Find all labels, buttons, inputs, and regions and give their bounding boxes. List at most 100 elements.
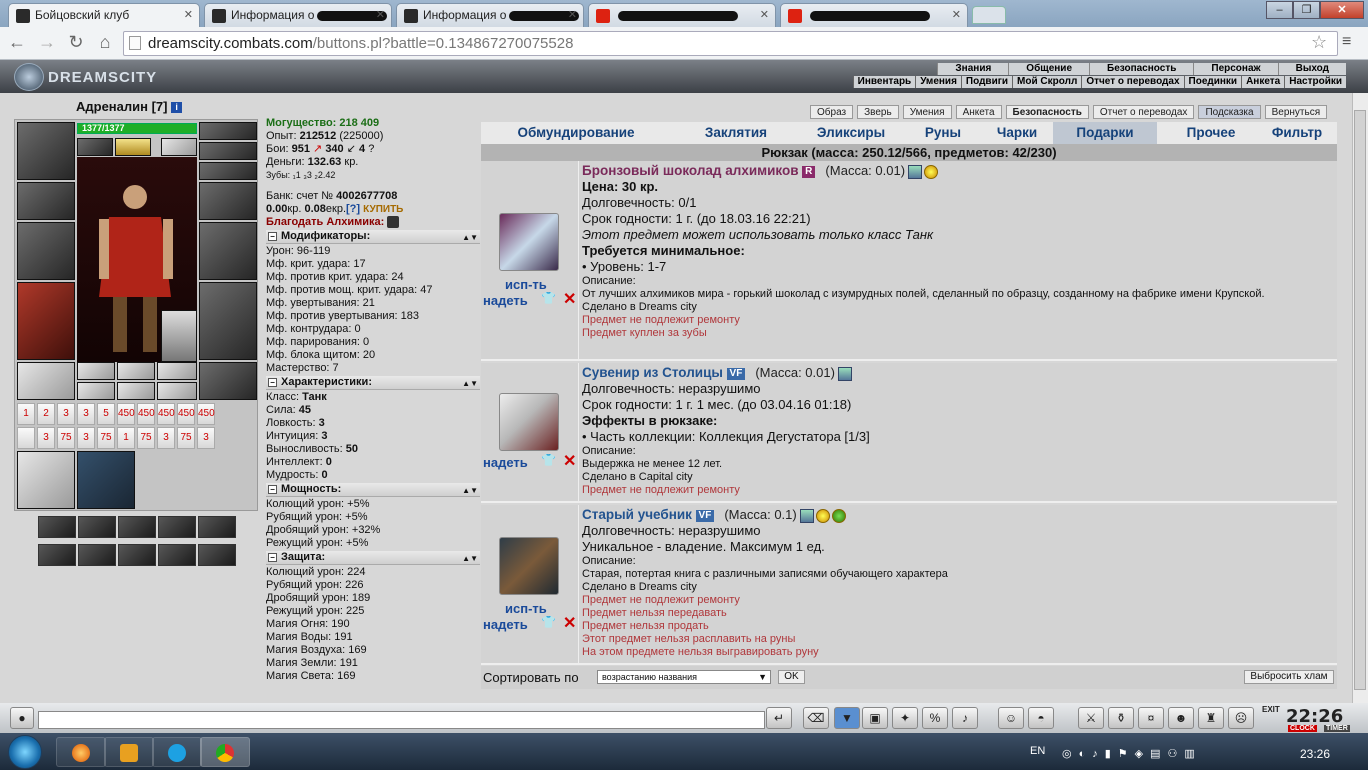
scroll-slot[interactable]: 75 <box>137 427 155 449</box>
tab-info-1[interactable]: Информация о ✕ <box>204 3 392 27</box>
taskbar-skype[interactable] <box>152 737 202 767</box>
close-tab-icon[interactable]: ✕ <box>568 8 577 21</box>
eraser-icon[interactable]: ⌫ <box>803 707 829 729</box>
tab-info-2[interactable]: Информация о ✕ <box>396 3 584 27</box>
scroll-slot[interactable]: 75 <box>57 427 75 449</box>
bag-slot-2[interactable] <box>77 451 135 509</box>
use-button[interactable]: исп-ть <box>505 277 547 292</box>
send-icon[interactable]: ↵ <box>766 707 792 729</box>
chocolate-icon[interactable] <box>499 213 559 271</box>
tab-fight-club[interactable]: Бойцовский клуб ✕ <box>8 3 200 28</box>
menu-exit[interactable]: Выход <box>1277 63 1346 75</box>
submenu-inventory[interactable]: Инвентарь <box>852 76 916 88</box>
legs-slot[interactable] <box>199 282 257 360</box>
scroll-slot[interactable]: 3 <box>37 427 55 449</box>
scroll-slot[interactable]: 450 <box>137 403 155 425</box>
tab-charms[interactable]: Чарки <box>981 122 1053 144</box>
scroll-slot[interactable]: 75 <box>177 427 195 449</box>
weapon-slot[interactable] <box>17 222 75 280</box>
delete-icon[interactable]: ✕ <box>563 613 576 633</box>
tab-filter[interactable]: Фильтр <box>1257 122 1337 144</box>
taskbar-chrome[interactable] <box>200 737 250 767</box>
flask-icon[interactable] <box>499 393 559 451</box>
shirt-icon[interactable]: 👕 <box>541 291 556 305</box>
bank-help-link[interactable]: [?] <box>346 203 360 215</box>
address-bar[interactable]: dreamscity.combats.com/buttons.pl?battle… <box>123 31 1338 56</box>
characteristics-header[interactable]: − Характеристики: ▲▼ <box>266 376 480 390</box>
new-tab-button[interactable] <box>972 6 1006 24</box>
profile-button[interactable]: Анкета <box>955 105 1002 119</box>
submenu-profile[interactable]: Анкета <box>1241 76 1284 88</box>
minimize-icon[interactable]: – <box>1266 1 1293 19</box>
power-header[interactable]: − Мощность: ▲▼ <box>266 483 480 497</box>
item-name[interactable]: Бронзовый шоколад алхимиков <box>582 163 799 178</box>
helmet-icon[interactable]: ◓ <box>1028 707 1054 729</box>
accessory-slot-3[interactable] <box>157 382 197 400</box>
tab-youtube-1[interactable]: ✕ <box>588 3 776 27</box>
bracers-slot[interactable] <box>17 182 75 220</box>
smiley-icon[interactable]: ☺ <box>998 707 1024 729</box>
effect-icon[interactable] <box>158 516 196 538</box>
percent-icon[interactable]: % <box>922 707 948 729</box>
return-button[interactable]: Вернуться <box>1264 105 1328 119</box>
rune-slot-3[interactable] <box>199 162 257 180</box>
menu-character[interactable]: Персонаж <box>1193 63 1278 75</box>
scroll-slot[interactable]: 1 <box>17 403 35 425</box>
chat-head-icon[interactable]: ● <box>10 707 34 729</box>
ring-slot-left[interactable] <box>77 362 115 380</box>
sword-icon[interactable]: ⚔ <box>1078 707 1104 729</box>
equip-button[interactable]: надеть <box>483 617 528 632</box>
accessory-slot-1[interactable] <box>77 382 115 400</box>
info-icon[interactable]: i <box>171 102 183 114</box>
scroll-slot[interactable]: 450 <box>177 403 195 425</box>
exit-button[interactable]: EXIT <box>1262 705 1280 714</box>
submenu-skills[interactable]: Умения <box>915 76 961 88</box>
discard-junk-button[interactable]: Выбросить хлам <box>1244 670 1334 684</box>
close-window-icon[interactable]: ✕ <box>1320 1 1364 19</box>
tab-runes[interactable]: Руны <box>913 122 973 144</box>
reload-icon[interactable]: ↻ <box>65 32 87 53</box>
equip-button[interactable]: надеть <box>483 455 528 470</box>
taskbar-firefox[interactable] <box>56 737 106 767</box>
shirt-icon[interactable]: 👕 <box>541 615 556 629</box>
use-button[interactable]: исп-ть <box>505 601 547 616</box>
tab-spells[interactable]: Заклятия <box>686 122 786 144</box>
beast-button[interactable]: Зверь <box>857 105 899 119</box>
close-tab-icon[interactable]: ✕ <box>952 8 961 21</box>
scroll-slot[interactable]: 5 <box>97 403 115 425</box>
security-button[interactable]: Безопасность <box>1005 105 1089 119</box>
scroll-slot[interactable]: 3 <box>197 427 215 449</box>
close-tab-icon[interactable]: ✕ <box>184 8 193 21</box>
timer-label[interactable]: TIMER <box>1324 725 1350 732</box>
menu-communication[interactable]: Общение <box>1008 63 1089 75</box>
sort-select[interactable]: возрастанию названия ▼ <box>597 670 771 684</box>
start-button[interactable] <box>8 735 42 769</box>
submenu-my-scroll[interactable]: Мой Скролл <box>1012 76 1081 88</box>
effect-icon[interactable] <box>38 544 76 566</box>
menu-security[interactable]: Безопасность <box>1089 63 1194 75</box>
ring-slot-middle[interactable] <box>117 362 155 380</box>
taskbar-player[interactable] <box>104 737 154 767</box>
book-icon[interactable] <box>499 537 559 595</box>
restore-icon[interactable]: ❐ <box>1293 1 1320 19</box>
necklace-slot[interactable] <box>115 138 151 156</box>
scroll-slot[interactable]: 450 <box>197 403 215 425</box>
defense-header[interactable]: − Защита: ▲▼ <box>266 551 480 565</box>
effect-icon[interactable] <box>158 544 196 566</box>
shield-slot[interactable] <box>199 222 257 280</box>
submenu-settings[interactable]: Настройки <box>1284 76 1346 88</box>
bag-slot-1[interactable] <box>17 451 75 509</box>
tray-icons[interactable]: ◎◐♪▮⚑◈▤⚇▥ <box>1062 747 1202 760</box>
tab-elixirs[interactable]: Эликсиры <box>801 122 901 144</box>
boots-slot[interactable] <box>199 362 257 400</box>
close-tab-icon[interactable]: ✕ <box>376 8 385 21</box>
filter-icon[interactable]: ▼ <box>834 707 860 729</box>
submenu-fights[interactable]: Поединки <box>1183 76 1242 88</box>
coins-icon[interactable]: ¤ <box>1138 707 1164 729</box>
scroll-slot[interactable]: 3 <box>77 427 95 449</box>
effect-icon[interactable] <box>38 516 76 538</box>
close-tab-icon[interactable]: ✕ <box>760 8 769 21</box>
ring-slot[interactable] <box>161 138 197 156</box>
scroll-slot[interactable]: 75 <box>97 427 115 449</box>
back-icon[interactable]: ← <box>6 32 28 53</box>
